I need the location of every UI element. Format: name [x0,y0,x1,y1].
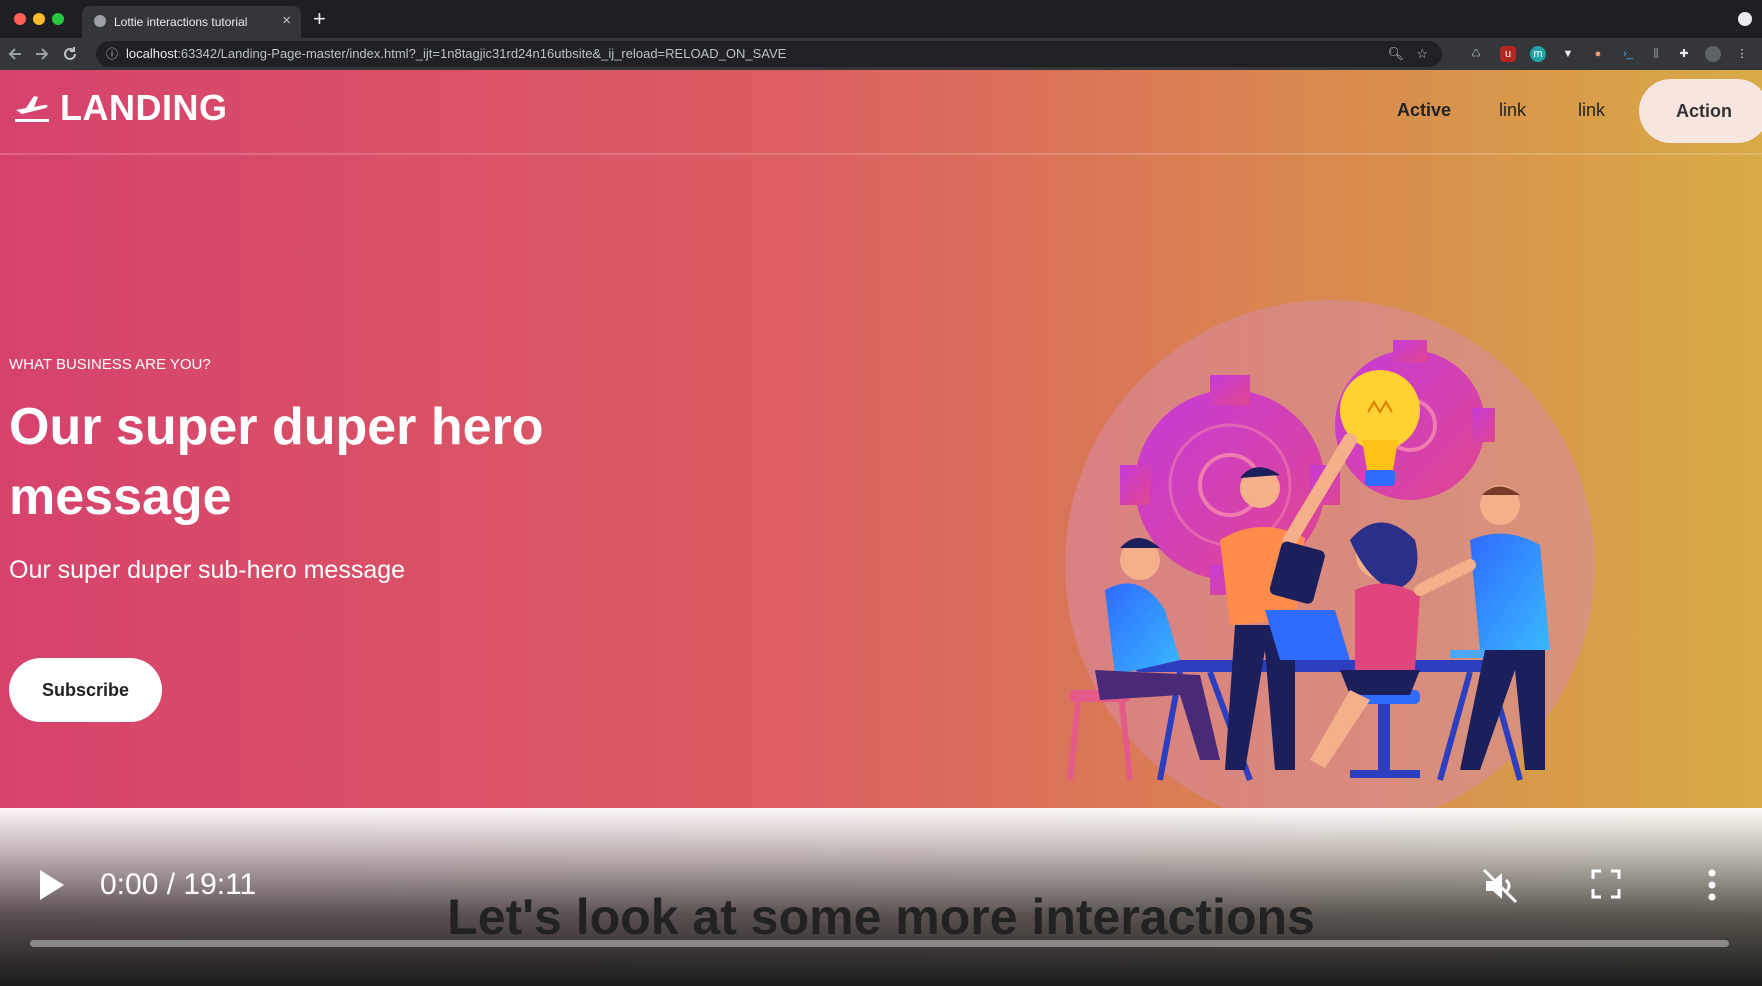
hero-subtitle: Our super duper sub-hero message [9,556,406,584]
browser-menu-icon[interactable]: ⋮ [1734,46,1750,62]
url-text: localhost:63342/Landing-Page-master/inde… [126,46,787,61]
nav-item-link-2[interactable]: link [1578,100,1605,121]
more-options-icon[interactable] [1700,868,1724,902]
hero-eyebrow: WHAT BUSINESS ARE YOU? [9,356,211,373]
nav-item-link-1[interactable]: link [1499,100,1526,121]
browser-toolbar: ⓘ localhost:63342/Landing-Page-master/in… [0,38,1762,70]
hero-title: Our super duper hero message [9,398,544,526]
browser-tab-bar: Lottie interactions tutorial × + [0,0,1762,38]
tab-title: Lottie interactions tutorial [114,15,248,29]
logo[interactable]: LANDING [12,87,228,128]
star-icon[interactable]: ☆ [1416,41,1428,67]
reload-icon[interactable] [62,44,78,64]
zoom-icon[interactable]: 🔍︎ [1387,41,1404,67]
tab-search-icon[interactable] [1738,12,1752,26]
fullscreen-icon[interactable] [1590,868,1622,900]
header-divider [0,153,1762,155]
browser-tab[interactable]: Lottie interactions tutorial × [82,6,301,38]
v-extension-icon[interactable]: ▼ [1560,46,1576,62]
extensions-icon[interactable]: ✚ [1676,46,1692,62]
team-illustration [1065,300,1595,830]
bars-extension-icon[interactable]: ⫼ [1648,46,1664,62]
nav-item-active[interactable]: Active [1397,100,1451,121]
maximize-window-button[interactable] [52,13,64,25]
profile-avatar[interactable] [1705,46,1721,62]
close-window-button[interactable] [14,13,26,25]
info-icon[interactable]: ⓘ [106,41,120,67]
brand-name: LANDING [60,87,228,128]
back-icon[interactable] [8,44,24,64]
video-progress-bar[interactable] [30,940,1729,947]
recycle-extension-icon[interactable]: ♺ [1468,46,1484,62]
airplane-icon [15,96,49,122]
minimize-window-button[interactable] [33,13,45,25]
ublock-extension-icon[interactable]: u [1500,46,1516,62]
globe-icon [94,15,106,27]
m-extension-icon[interactable]: m [1530,46,1546,62]
drop-extension-icon[interactable]: ● [1590,46,1606,62]
video-controls: 0:00 / 19:11 Let's look at some more int… [0,808,1762,986]
action-button[interactable]: Action [1639,79,1762,143]
tab-close-icon[interactable]: × [282,12,291,29]
forward-icon[interactable] [33,44,49,64]
address-bar[interactable]: ⓘ localhost:63342/Landing-Page-master/in… [96,41,1442,67]
new-tab-button[interactable]: + [313,6,326,32]
mute-icon[interactable] [1480,866,1520,906]
terminal-extension-icon[interactable]: ›_ [1620,46,1636,62]
subscribe-button[interactable]: Subscribe [9,658,162,722]
